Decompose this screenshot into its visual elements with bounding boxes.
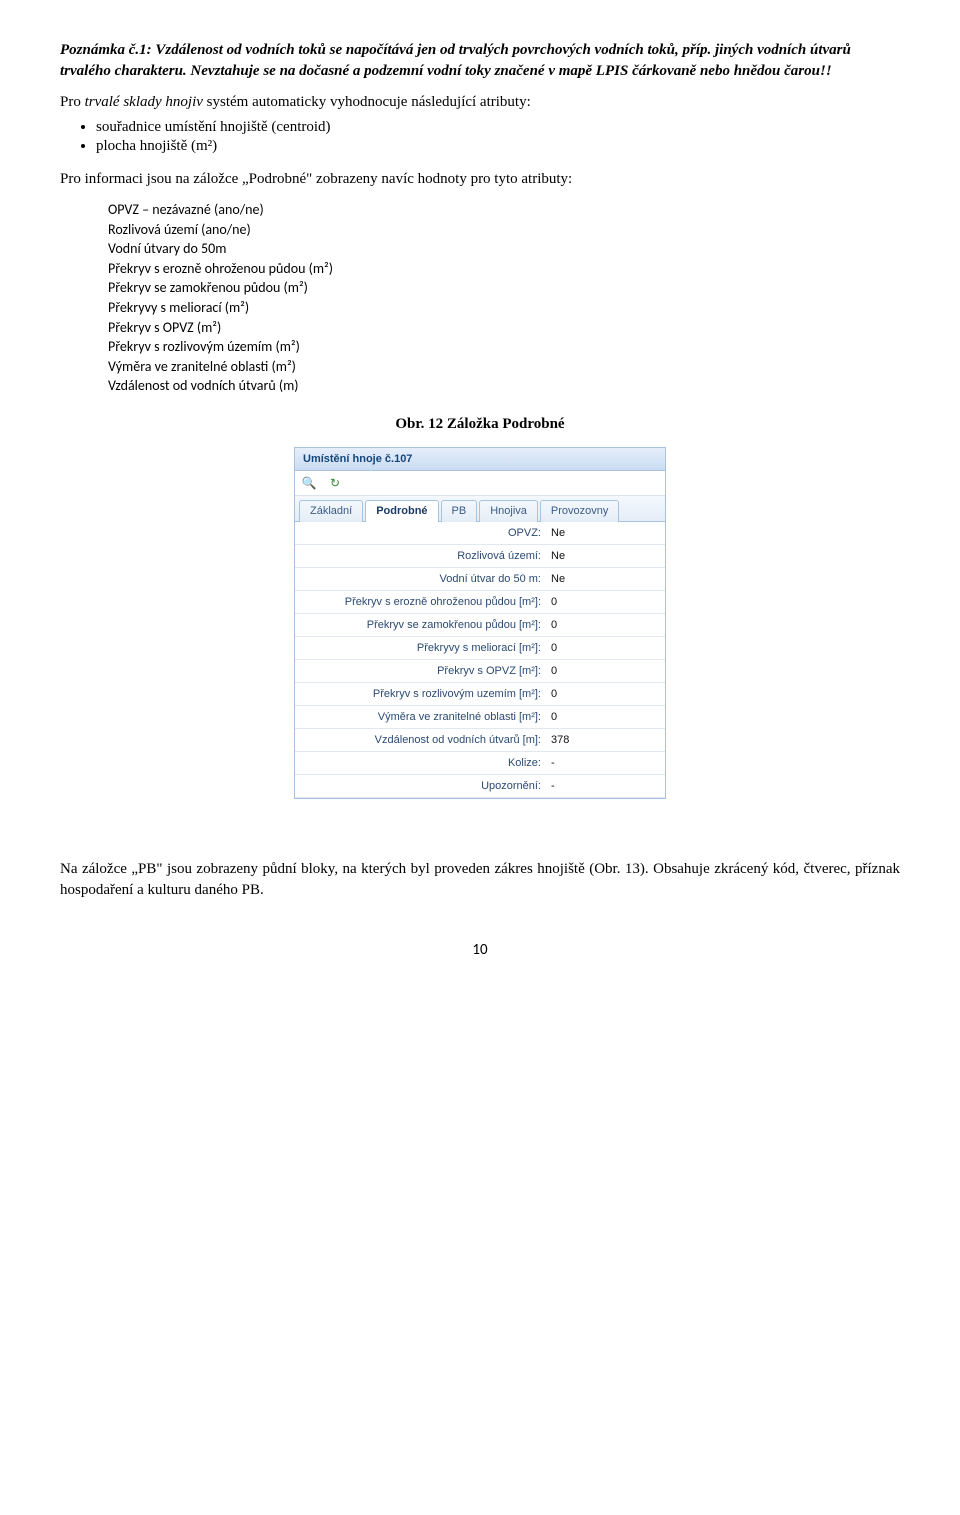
row-label: Překryv se zamokřenou půdou [m²]: bbox=[295, 615, 547, 635]
page-number: 10 bbox=[60, 941, 900, 959]
table-row: Vzdálenost od vodních útvarů [m]:378 bbox=[295, 729, 665, 752]
intro-italic: trvalé sklady hnojiv bbox=[85, 94, 203, 110]
attr-line: OPVZ – nezávazné (ano/ne) bbox=[108, 200, 900, 220]
table-row: Rozlivová území:Ne bbox=[295, 545, 665, 568]
bullet-item: souřadnice umístění hnojiště (centroid) bbox=[96, 119, 900, 136]
attrs-block: OPVZ – nezávazné (ano/ne) Rozlivová územ… bbox=[108, 200, 900, 396]
table-row: Překryvy s meliorací [m²]:0 bbox=[295, 637, 665, 660]
row-value: Ne bbox=[547, 523, 665, 543]
intro-paragraph: Pro trvalé sklady hnojiv systém automati… bbox=[60, 94, 900, 111]
bullet-list: souřadnice umístění hnojiště (centroid) … bbox=[60, 119, 900, 155]
table-row: OPVZ:Ne bbox=[295, 522, 665, 545]
attr-line: Vzdálenost od vodních útvarů (m) bbox=[108, 376, 900, 396]
table-row: Překryv s erozně ohroženou půdou [m²]:0 bbox=[295, 591, 665, 614]
row-label: Překryv s OPVZ [m²]: bbox=[295, 661, 547, 681]
row-value: 0 bbox=[547, 615, 665, 635]
tab-podrobne[interactable]: Podrobné bbox=[365, 500, 438, 522]
row-label: Překryvy s meliorací [m²]: bbox=[295, 638, 547, 658]
table-row: Kolize:- bbox=[295, 752, 665, 775]
row-value: - bbox=[547, 776, 665, 796]
table-row: Překryv s rozlivovým uzemím [m²]:0 bbox=[295, 683, 665, 706]
tab-pb[interactable]: PB bbox=[441, 500, 478, 522]
attr-line: Překryv s rozlivovým územím (m²) bbox=[108, 337, 900, 357]
row-label: Výměra ve zranitelné oblasti [m²]: bbox=[295, 707, 547, 727]
table-row: Upozornění:- bbox=[295, 775, 665, 798]
row-label: Vzdálenost od vodních útvarů [m]: bbox=[295, 730, 547, 750]
row-value: 0 bbox=[547, 592, 665, 612]
row-label: Upozornění: bbox=[295, 776, 547, 796]
attr-line: Překryv s OPVZ (m²) bbox=[108, 318, 900, 338]
row-value: 0 bbox=[547, 684, 665, 704]
bullet-item: plocha hnojiště (m²) bbox=[96, 138, 900, 155]
note-paragraph: Poznámka č.1: Vzdálenost od vodních toků… bbox=[60, 40, 900, 82]
panel-title: Umístění hnoje č.107 bbox=[295, 448, 665, 471]
panel-toolbar: 🔍 ↻ bbox=[295, 471, 665, 496]
attr-line: Překryv se zamokřenou půdou (m²) bbox=[108, 278, 900, 298]
closing-paragraph: Na záložce „PB" jsou zobrazeny půdní blo… bbox=[60, 859, 900, 901]
row-value: Ne bbox=[547, 569, 665, 589]
intro-pre: Pro bbox=[60, 94, 85, 110]
tab-bar: Základní Podrobné PB Hnojiva Provozovny bbox=[295, 496, 665, 522]
table-row: Vodní útvar do 50 m:Ne bbox=[295, 568, 665, 591]
row-value: 0 bbox=[547, 638, 665, 658]
table-row: Překryv se zamokřenou půdou [m²]:0 bbox=[295, 614, 665, 637]
row-label: Vodní útvar do 50 m: bbox=[295, 569, 547, 589]
tab-provozovny[interactable]: Provozovny bbox=[540, 500, 619, 522]
attr-line: Vodní útvary do 50m bbox=[108, 239, 900, 259]
row-label: Rozlivová území: bbox=[295, 546, 547, 566]
row-value: - bbox=[547, 753, 665, 773]
row-value: Ne bbox=[547, 546, 665, 566]
table-row: Výměra ve zranitelné oblasti [m²]:0 bbox=[295, 706, 665, 729]
row-value: 0 bbox=[547, 661, 665, 681]
attr-line: Překryv s erozně ohroženou půdou (m²) bbox=[108, 259, 900, 279]
detail-rows: OPVZ:Ne Rozlivová území:Ne Vodní útvar d… bbox=[295, 522, 665, 798]
attr-line: Výměra ve zranitelné oblasti (m²) bbox=[108, 357, 900, 377]
row-value: 0 bbox=[547, 707, 665, 727]
attrs-intro: Pro informaci jsou na záložce „Podrobné"… bbox=[60, 169, 900, 190]
attr-line: Překryvy s meliorací (m²) bbox=[108, 298, 900, 318]
details-panel: Umístění hnoje č.107 🔍 ↻ Základní Podrob… bbox=[294, 447, 666, 799]
tab-zakladni[interactable]: Základní bbox=[299, 500, 363, 522]
row-label: Kolize: bbox=[295, 753, 547, 773]
table-row: Překryv s OPVZ [m²]:0 bbox=[295, 660, 665, 683]
row-label: Překryv s erozně ohroženou půdou [m²]: bbox=[295, 592, 547, 612]
tab-hnojiva[interactable]: Hnojiva bbox=[479, 500, 538, 522]
attr-line: Rozlivová území (ano/ne) bbox=[108, 220, 900, 240]
refresh-icon[interactable]: ↻ bbox=[327, 475, 343, 491]
row-label: OPVZ: bbox=[295, 523, 547, 543]
figure-caption: Obr. 12 Záložka Podrobné bbox=[60, 416, 900, 433]
row-value: 378 bbox=[547, 730, 665, 750]
row-label: Překryv s rozlivovým uzemím [m²]: bbox=[295, 684, 547, 704]
intro-post: systém automaticky vyhodnocuje následují… bbox=[203, 94, 531, 110]
search-icon[interactable]: 🔍 bbox=[301, 475, 317, 491]
